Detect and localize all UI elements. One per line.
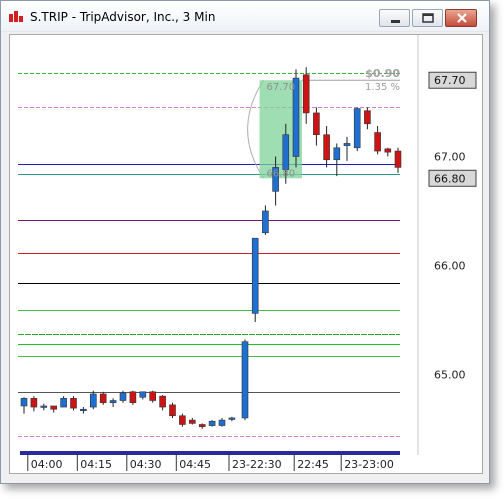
price-flag-label: 67.70 — [434, 74, 466, 87]
maximize-button[interactable] — [412, 9, 443, 27]
candle[interactable] — [40, 405, 48, 408]
candle[interactable] — [262, 210, 269, 234]
candle[interactable] — [251, 237, 259, 314]
y-tick-label: 66.00 — [434, 259, 466, 272]
candle[interactable] — [374, 132, 381, 152]
close-icon — [457, 13, 467, 23]
candle[interactable] — [333, 147, 341, 161]
candle[interactable] — [109, 400, 117, 403]
candle[interactable] — [50, 405, 58, 410]
selection-low: 66.80 — [266, 168, 295, 179]
candle[interactable] — [60, 398, 67, 408]
x-tick-label: 04:30 — [130, 458, 162, 471]
y-tick-label: 67.00 — [434, 150, 466, 163]
price-chart[interactable]: $0.90 1.35 % 67.70 66.80 67.00 66.00 65.00 67.7… — [10, 35, 482, 473]
x-tick-label: 22:45 — [297, 458, 329, 471]
time-axis-bar — [20, 451, 400, 455]
candle[interactable] — [30, 398, 38, 408]
x-tick-label: 04:15 — [80, 458, 112, 471]
x-tick-label: 23-23:00 — [344, 458, 394, 471]
candle[interactable] — [282, 134, 290, 170]
candle[interactable] — [149, 391, 156, 401]
minimize-icon — [391, 20, 400, 23]
candle[interactable] — [384, 148, 392, 153]
candle[interactable] — [302, 74, 310, 114]
x-tick-label: 23-22:30 — [232, 458, 282, 471]
price-flag-label: 66.80 — [434, 172, 466, 185]
close-button[interactable] — [445, 9, 477, 27]
candle[interactable] — [218, 419, 226, 426]
change-amount: $0.90 — [365, 67, 400, 80]
candle[interactable] — [139, 391, 147, 398]
candle[interactable] — [179, 415, 186, 425]
x-tick-label: 04:45 — [179, 458, 211, 471]
candle[interactable] — [119, 392, 127, 401]
candle[interactable] — [394, 150, 402, 168]
candle[interactable] — [343, 143, 351, 146]
candle[interactable] — [208, 420, 216, 426]
candle[interactable] — [99, 393, 107, 403]
candle[interactable] — [169, 404, 176, 417]
candle[interactable] — [323, 134, 330, 161]
candle[interactable] — [241, 341, 249, 419]
chart-area[interactable]: $0.90 1.35 % 67.70 66.80 67.00 66.00 65.00 67.7… — [9, 34, 483, 474]
y-tick-label: 65.00 — [434, 368, 466, 381]
candle[interactable] — [198, 424, 206, 427]
candle[interactable] — [80, 408, 87, 412]
maximize-icon — [422, 13, 434, 23]
title-bar[interactable]: S.TRIP - TripAdvisor, Inc., 3 Min — [1, 1, 489, 32]
app-icon — [9, 11, 23, 22]
candle[interactable] — [20, 398, 28, 407]
window-title: S.TRIP - TripAdvisor, Inc., 3 Min — [30, 10, 216, 24]
candle[interactable] — [313, 112, 320, 136]
selection-high: 67.70 — [266, 82, 295, 93]
minimize-button[interactable] — [379, 9, 410, 27]
candle[interactable] — [228, 417, 236, 420]
candle[interactable] — [70, 398, 77, 409]
change-percent: 1.35 % — [365, 82, 400, 93]
chart-window: S.TRIP - TripAdvisor, Inc., 3 Min $0.90 1… — [0, 0, 490, 484]
candle[interactable] — [364, 110, 371, 125]
candle[interactable] — [189, 419, 196, 424]
candle[interactable] — [90, 393, 97, 408]
candle[interactable] — [353, 108, 361, 149]
candle[interactable] — [129, 391, 137, 403]
candle[interactable] — [159, 395, 166, 408]
x-tick-label: 04:00 — [31, 458, 63, 471]
